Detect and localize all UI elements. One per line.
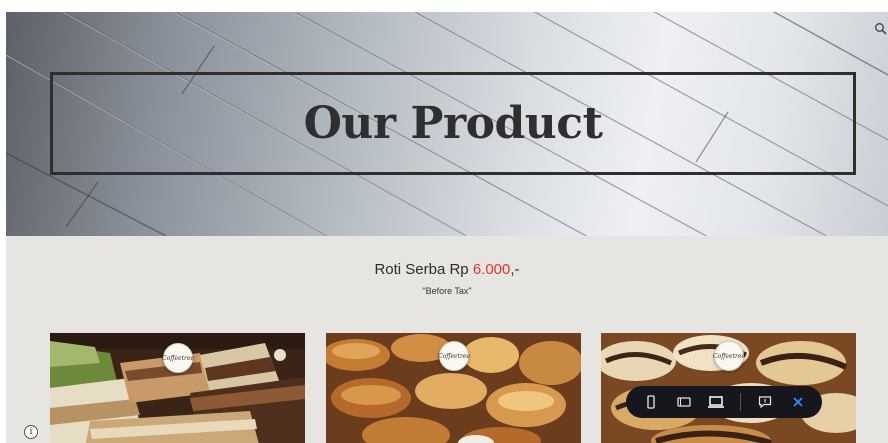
toolbar-divider (740, 393, 742, 411)
search-button[interactable] (874, 22, 888, 36)
brand-logo-text: Coffeetree (713, 352, 745, 360)
price-heading: Roti Serba Rp 6.000,- (6, 261, 888, 278)
info-icon: i (29, 427, 33, 437)
price-prefix: Roti Serba Rp (374, 261, 473, 278)
comment-icon (759, 396, 772, 409)
brand-logo-text: Coffeetree (162, 354, 194, 362)
comment-button[interactable] (756, 393, 774, 411)
close-button[interactable] (789, 393, 807, 411)
device-preview-toolbar (626, 386, 822, 418)
mobile-view-icon (647, 395, 655, 409)
brand-logo: Coffeetree (713, 341, 745, 371)
tablet-view-icon (677, 397, 691, 407)
price-value: 6.000 (472, 261, 511, 278)
mobile-view-button[interactable] (642, 393, 660, 411)
hero-title-frame: Our Product (50, 72, 856, 175)
page-title: Our Product (303, 98, 603, 149)
price-suffix: ,- (510, 261, 520, 278)
brand-logo: Coffeetree (162, 343, 194, 373)
product-card[interactable]: Coffeetree (326, 333, 581, 443)
tablet-view-button[interactable] (675, 393, 693, 411)
search-icon (875, 23, 887, 35)
hero-banner: Our Product (6, 12, 888, 236)
close-icon (793, 397, 803, 407)
desktop-view-button[interactable] (708, 393, 726, 411)
info-button[interactable]: i (24, 425, 38, 439)
desktop-view-icon (708, 396, 725, 408)
brand-logo-text: Coffeetree (438, 352, 470, 360)
product-card[interactable]: Coffeetree (50, 333, 305, 443)
tax-note: "Before Tax" (422, 286, 472, 296)
brand-logo: Coffeetree (438, 341, 470, 371)
